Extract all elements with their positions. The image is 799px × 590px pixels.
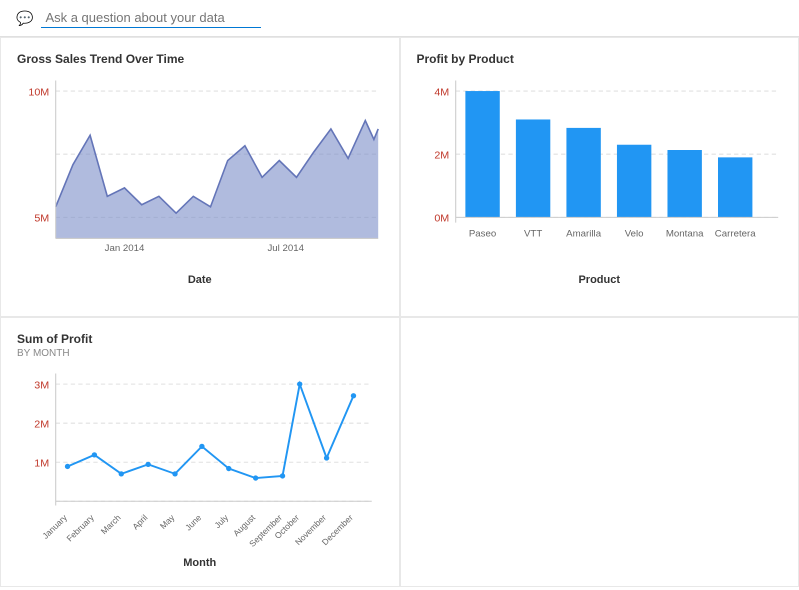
svg-text:VTT: VTT — [523, 228, 541, 239]
svg-text:Carretera: Carretera — [714, 228, 755, 239]
svg-text:Velo: Velo — [624, 228, 643, 239]
svg-text:Montana: Montana — [665, 228, 703, 239]
profit-bar-chart: 4M 2M 0M Paseo VTT — [417, 70, 783, 270]
svg-text:May: May — [158, 512, 177, 531]
svg-text:Jul 2014: Jul 2014 — [267, 243, 304, 254]
empty-panel — [400, 317, 799, 587]
svg-text:Paseo: Paseo — [468, 228, 495, 239]
svg-text:1M: 1M — [34, 458, 49, 470]
ask-icon: 💬 — [16, 10, 33, 27]
svg-text:June: June — [183, 512, 203, 532]
svg-text:Amarilla: Amarilla — [566, 228, 602, 239]
svg-text:4M: 4M — [434, 86, 449, 98]
svg-text:July: July — [212, 512, 230, 530]
svg-text:Jan 2014: Jan 2014 — [105, 243, 145, 254]
svg-text:March: March — [99, 512, 123, 536]
ask-input[interactable] — [41, 8, 261, 28]
svg-text:3M: 3M — [34, 379, 49, 391]
svg-text:April: April — [130, 512, 149, 531]
gross-sales-title: Gross Sales Trend Over Time — [17, 52, 383, 66]
svg-text:5M: 5M — [34, 213, 49, 225]
sum-profit-x-label: Month — [17, 557, 383, 569]
svg-text:0M: 0M — [434, 213, 449, 225]
profit-title: Profit by Product — [417, 52, 783, 66]
sum-of-profit-panel: Sum of Profit BY MONTH 3M 2M 1M — [0, 317, 400, 587]
gross-sales-panel: Gross Sales Trend Over Time 10M 5M Jan 2… — [0, 37, 400, 317]
gross-sales-chart: 10M 5M Jan 2014 Jul 2014 — [17, 70, 383, 270]
profit-by-product-panel: Profit by Product 4M 2M 0M — [400, 37, 799, 317]
sum-profit-subtitle: BY MONTH — [17, 348, 383, 359]
sum-profit-title: Sum of Profit — [17, 332, 383, 346]
svg-text:2M: 2M — [34, 418, 49, 430]
svg-text:February: February — [64, 512, 96, 543]
top-bar: 💬 — [0, 0, 799, 37]
svg-text:2M: 2M — [434, 150, 449, 162]
gross-sales-x-label: Date — [17, 274, 383, 286]
svg-text:10M: 10M — [28, 86, 49, 98]
profit-x-label: Product — [417, 274, 783, 286]
sum-profit-chart: 3M 2M 1M — [17, 363, 383, 553]
dashboard: Gross Sales Trend Over Time 10M 5M Jan 2… — [0, 37, 799, 587]
